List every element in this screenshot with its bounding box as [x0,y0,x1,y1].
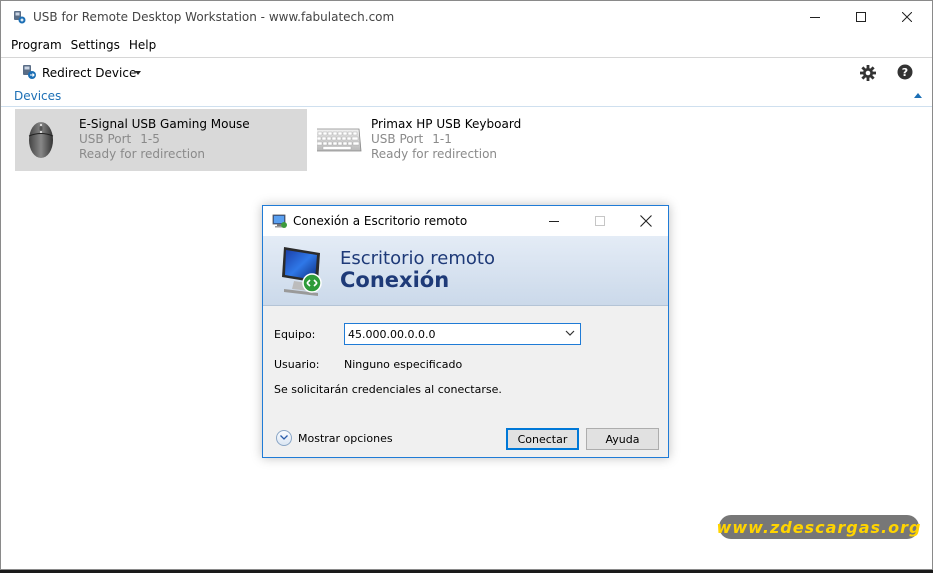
computer-input[interactable]: 45.000.00.0.0.0 [344,323,581,345]
dialog-minimize-button[interactable] [531,206,577,236]
chevron-down-icon[interactable] [565,328,575,341]
show-options-toggle[interactable]: Mostrar opciones [276,430,393,446]
banner-title-line1: Escritorio remoto [340,248,495,269]
window-title: USB for Remote Desktop Workstation - www… [33,10,395,24]
svg-text:?: ? [902,66,908,79]
user-value: Ninguno especificado [344,358,463,371]
chevron-down-icon[interactable] [135,71,141,75]
help-icon[interactable]: ? [897,64,913,83]
toolbar: Redirect Device [1,57,932,87]
remote-desktop-monitor-icon [278,243,328,302]
devices-section-header[interactable]: Devices [1,87,932,107]
title-bar: USB for Remote Desktop Workstation - www… [1,1,932,33]
redirect-device-button[interactable]: Redirect Device [21,62,136,84]
device-name: E-Signal USB Gaming Mouse [79,117,250,131]
menu-program[interactable]: Program [1,34,71,56]
device-card-mouse[interactable]: E-Signal USB Gaming Mouse USB Port 1-5 Re… [15,109,307,171]
expand-options-icon[interactable] [276,430,292,446]
rdp-icon [272,213,288,232]
device-info: Primax HP USB Keyboard USB Port 1-1 Ready… [371,117,521,162]
dialog-body: Equipo: 45.000.00.0.0.0 Usuario: Ninguno… [263,307,668,457]
close-button[interactable] [884,1,930,33]
banner-title-line2: Conexión [340,268,450,292]
menu-bar: Program Settings Help [1,34,932,56]
redirect-icon [21,64,37,83]
user-label: Usuario: [274,358,320,371]
mouse-icon [25,119,77,161]
device-status: Ready for redirection [79,147,206,161]
dialog-title-bar: Conexión a Escritorio remoto [263,206,668,236]
device-name: Primax HP USB Keyboard [371,117,522,131]
dialog-banner: Escritorio remoto Conexión [263,236,668,306]
watermark: www.zdescargas.org [717,515,920,539]
keyboard-icon [312,119,369,161]
menu-help[interactable]: Help [129,34,165,56]
help-button[interactable]: Ayuda [586,428,659,450]
dialog-title: Conexión a Escritorio remoto [293,214,468,228]
dialog-maximize-button [577,206,623,236]
device-card-keyboard[interactable]: Primax HP USB Keyboard USB Port 1-1 Ready… [307,109,599,171]
minimize-button[interactable] [792,1,838,33]
rdp-dialog: Conexión a Escritorio remoto Escritorio … [262,205,669,458]
gear-icon[interactable] [859,64,877,85]
connect-button[interactable]: Conectar [506,428,579,450]
device-port: USB Port 1-1 [371,132,452,146]
usb-app-icon [12,10,26,24]
device-status: Ready for redirection [371,147,498,161]
devices-label: Devices [14,89,62,103]
device-port: USB Port 1-5 [79,132,160,146]
maximize-button[interactable] [838,1,884,33]
credentials-note: Se solicitarán credenciales al conectars… [274,383,502,396]
show-options-label: Mostrar opciones [298,431,393,445]
device-info: E-Signal USB Gaming Mouse USB Port 1-5 Re… [79,117,250,162]
collapse-up-icon[interactable] [914,93,922,98]
menu-settings[interactable]: Settings [71,34,129,56]
computer-label: Equipo: [274,328,316,341]
dialog-close-button[interactable] [623,206,669,236]
redirect-device-label: Redirect Device [42,66,137,80]
computer-value: 45.000.00.0.0.0 [348,328,436,341]
